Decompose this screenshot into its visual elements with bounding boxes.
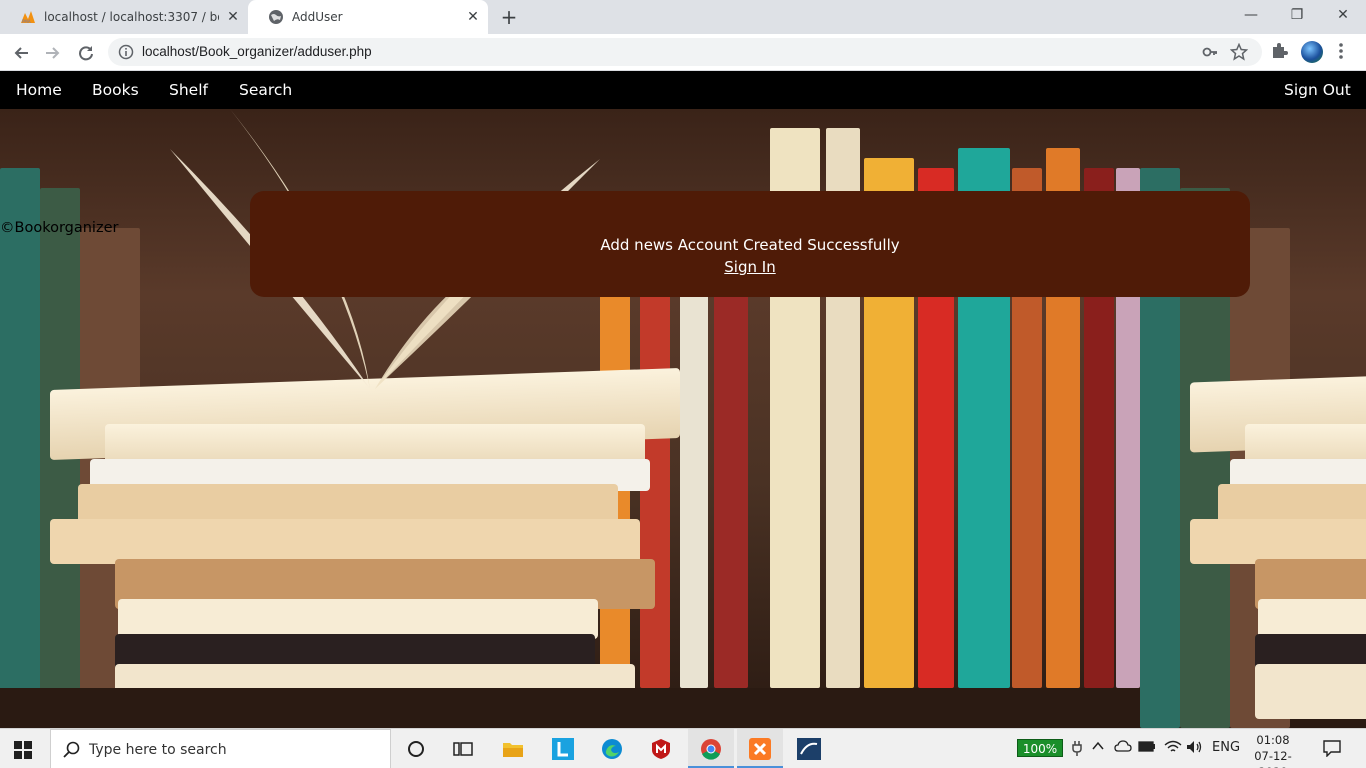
globe-icon (268, 9, 284, 25)
tab-phpmyadmin[interactable]: PMA localhost / localhost:3307 / book ✕ (0, 0, 248, 34)
reload-button[interactable] (73, 40, 99, 66)
language-indicator[interactable]: ENG (1212, 740, 1240, 755)
svg-text:PMA: PMA (22, 19, 31, 24)
back-button[interactable] (8, 40, 34, 66)
notification-center-icon[interactable] (1322, 739, 1342, 761)
copyright-text: ©Bookorganizer (0, 220, 119, 236)
arrow-right-icon (46, 47, 60, 59)
volume-icon[interactable] (1186, 740, 1204, 758)
success-message: Add news Account Created Successfully (600, 236, 900, 254)
clock-date: 07-12-2020 (1254, 749, 1292, 768)
restore-button[interactable]: ❐ (1274, 4, 1320, 26)
file-explorer-icon[interactable] (500, 736, 526, 762)
chevron-up-icon[interactable] (1092, 740, 1104, 755)
battery-indicator[interactable]: 100% (1017, 739, 1063, 757)
success-message-box: Add news Account Created Successfully Si… (250, 191, 1250, 297)
power-plug-icon[interactable] (1072, 740, 1082, 760)
info-icon[interactable] (118, 44, 134, 64)
extensions-puzzle-icon[interactable] (1270, 42, 1288, 64)
key-icon[interactable] (1202, 44, 1218, 64)
profile-avatar[interactable] (1301, 41, 1323, 63)
menu-kebab-icon[interactable] (1338, 42, 1344, 60)
tab-close-icon[interactable]: ✕ (226, 10, 240, 24)
site-navbar: Home Books Shelf Search Sign Out (0, 71, 1366, 109)
search-placeholder: Type here to search (89, 742, 227, 758)
tab-title: localhost / localhost:3307 / book (44, 10, 219, 24)
mcafee-icon[interactable] (648, 736, 674, 762)
phpmyadmin-icon: PMA (20, 9, 36, 25)
battery-tray-icon[interactable] (1138, 740, 1156, 756)
forward-button[interactable] (40, 40, 66, 66)
task-view-icon[interactable] (450, 736, 476, 762)
arrow-left-icon (14, 47, 28, 59)
bookmark-star-icon[interactable] (1229, 42, 1249, 65)
new-tab-button[interactable]: + (498, 6, 520, 28)
l-app-icon[interactable] (550, 736, 576, 762)
nav-books-link[interactable]: Books (92, 81, 139, 99)
system-clock[interactable]: 01:08 07-12-2020 (1248, 732, 1298, 768)
tab-close-icon[interactable]: ✕ (466, 10, 480, 24)
web-page: Home Books Shelf Search Sign Out ©Bookor… (0, 71, 1366, 728)
windows-start-icon[interactable] (14, 741, 32, 763)
chrome-icon (698, 736, 724, 762)
tab-title: AddUser (292, 10, 343, 24)
onedrive-cloud-icon[interactable] (1114, 740, 1132, 756)
sign-in-link[interactable]: Sign In (250, 258, 1250, 276)
xampp-icon (747, 736, 773, 762)
address-bar[interactable]: localhost/Book_organizer/adduser.php (108, 38, 1262, 66)
wifi-icon[interactable] (1164, 740, 1182, 758)
minimize-button[interactable]: — (1228, 4, 1274, 26)
edge-browser-icon[interactable] (599, 736, 625, 762)
cortana-icon[interactable] (403, 736, 429, 762)
browser-tab-strip: PMA localhost / localhost:3307 / book ✕ … (0, 0, 1366, 34)
url-text[interactable]: localhost/Book_organizer/adduser.php (142, 44, 372, 59)
mysql-workbench-icon[interactable] (796, 736, 822, 762)
xampp-taskbar-button[interactable] (737, 729, 783, 768)
search-icon (63, 741, 81, 763)
clock-time: 01:08 (1256, 733, 1290, 747)
nav-shelf-link[interactable]: Shelf (169, 81, 208, 99)
chrome-taskbar-button[interactable] (688, 729, 734, 768)
browser-toolbar: localhost/Book_organizer/adduser.php (0, 34, 1366, 71)
nav-home-link[interactable]: Home (16, 81, 62, 99)
nav-search-link[interactable]: Search (239, 81, 292, 99)
close-window-button[interactable]: ✕ (1320, 4, 1366, 26)
taskbar-search-box[interactable]: Type here to search (50, 729, 391, 768)
tab-adduser[interactable]: AddUser ✕ (248, 0, 488, 34)
sign-out-link[interactable]: Sign Out (1284, 81, 1351, 99)
reload-icon (79, 46, 93, 61)
windows-taskbar: Type here to search 100% ENG 01:08 07-12… (0, 728, 1366, 768)
